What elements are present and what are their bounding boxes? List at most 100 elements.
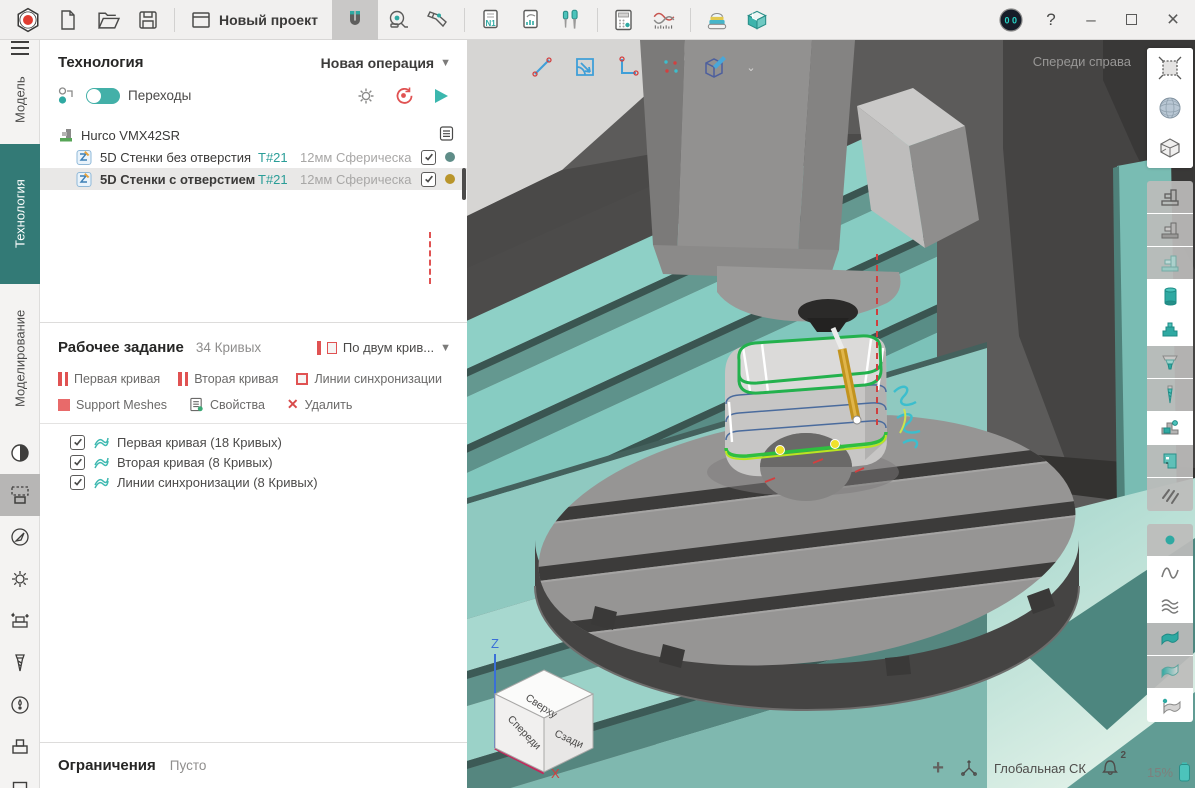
operation-tool-number: T#21: [258, 150, 300, 165]
measure-angle-button[interactable]: [572, 54, 598, 80]
machine-head-icon: [1159, 450, 1181, 472]
measure-tape-button[interactable]: [378, 0, 418, 40]
part-stack-icon: [1159, 318, 1181, 340]
tool-button[interactable]: [0, 642, 40, 684]
curves-icon: [93, 475, 109, 489]
open-folder-icon: [97, 8, 120, 31]
recalculate-button refresh-icon[interactable]: [393, 85, 414, 106]
workpiece-setup-button[interactable]: [0, 474, 40, 516]
show-machine-ghost-button[interactable]: [1147, 247, 1193, 280]
legend-first-curve[interactable]: Первая кривая: [58, 372, 160, 386]
add-cs-button[interactable]: +: [932, 758, 944, 778]
legend-sync-lines[interactable]: Линии синхронизации: [296, 372, 442, 386]
iso-view-button[interactable]: [1147, 128, 1193, 168]
show-part-button[interactable]: [1147, 313, 1193, 346]
maximize-button[interactable]: [1111, 0, 1151, 40]
new-operation-dropdown[interactable]: Новая операция ▼: [321, 55, 451, 71]
transitions-toggle[interactable]: [86, 88, 120, 104]
show-machine-wire-button[interactable]: [1147, 181, 1193, 214]
curve-group-checkbox[interactable]: [70, 455, 85, 470]
assistant-button[interactable]: 0 0: [991, 0, 1031, 40]
support-meshes-button[interactable]: Support Meshes: [58, 398, 167, 412]
operations-tree: Hurco VMX42SR 5D Стенки без отверстия T#…: [40, 124, 467, 190]
constraints-section[interactable]: Ограничения Пусто: [40, 742, 467, 788]
orientation-button[interactable]: [0, 516, 40, 558]
show-curve-button[interactable]: [1147, 557, 1193, 590]
operation-row-2[interactable]: 5D Стенки с отверстием T#21 12мм Сфериче…: [40, 168, 467, 190]
main-menu-button[interactable]: [0, 40, 40, 56]
fit-view-icon: [1157, 55, 1183, 81]
operation-settings-button gear-icon[interactable]: [356, 86, 376, 106]
calculator-button[interactable]: [604, 0, 644, 40]
curve-group-row[interactable]: Линии синхронизации (8 Кривых): [40, 472, 467, 492]
machine-icon: [58, 127, 74, 143]
operation-checkbox[interactable]: [421, 150, 436, 165]
save-button[interactable]: [128, 0, 168, 40]
operation-checkbox[interactable]: [421, 172, 436, 187]
show-waves-button[interactable]: [1147, 590, 1193, 623]
coordinate-system-label[interactable]: Глобальная СК: [994, 761, 1086, 776]
job-mode-dropdown[interactable]: По двум крив... ▼: [317, 340, 451, 355]
tab-modeling[interactable]: Моделирование: [0, 284, 40, 432]
show-surface-gray-button[interactable]: [1147, 689, 1193, 722]
machine-tree-row[interactable]: Hurco VMX42SR: [40, 124, 467, 146]
run-simulation-button play-icon[interactable]: [431, 86, 451, 106]
shading-mode-button[interactable]: [1147, 88, 1193, 128]
notifications-button[interactable]: 2: [1101, 756, 1119, 780]
show-head-button[interactable]: [1147, 445, 1193, 478]
tab-model[interactable]: Модель: [0, 56, 40, 144]
workpiece-box-button[interactable]: [737, 0, 777, 40]
show-points-button[interactable]: [1147, 524, 1193, 557]
fixture-button[interactable]: [0, 600, 40, 642]
coordinate-system-icon[interactable]: [959, 758, 979, 778]
viewport-3d[interactable]: Z X Сверху Спереди Сзади: [467, 40, 1195, 788]
graphs-button[interactable]: [644, 0, 684, 40]
tab-technology[interactable]: Технология: [0, 144, 40, 284]
show-toolpath-hatch-button[interactable]: [1147, 478, 1193, 511]
delete-button[interactable]: ✕Удалить: [287, 396, 352, 413]
report-button[interactable]: [511, 0, 551, 40]
new-file-button[interactable]: [48, 0, 88, 40]
operations-list-icon[interactable]: [438, 125, 455, 142]
workpiece[interactable]: [707, 336, 899, 501]
edit-model-dropdown[interactable]: ⌄: [744, 54, 758, 80]
dot-icon: [1159, 529, 1181, 551]
gauge-button[interactable]: [0, 684, 40, 726]
nc-program-button[interactable]: N1: [471, 0, 511, 40]
curve-group-checkbox[interactable]: [70, 435, 85, 450]
show-surface-mixed-button[interactable]: [1147, 656, 1193, 689]
calculator-icon: [612, 8, 636, 32]
sync-lines-icon: [296, 373, 308, 385]
stock-button[interactable]: [697, 0, 737, 40]
measure-distance-button[interactable]: [529, 54, 555, 80]
open-file-button[interactable]: [88, 0, 128, 40]
curve-group-row[interactable]: Вторая кривая (8 Кривых): [40, 452, 467, 472]
show-machine-solid-button[interactable]: [1147, 214, 1193, 247]
caliper-button[interactable]: [418, 0, 458, 40]
curve-group-checkbox[interactable]: [70, 475, 85, 490]
show-machining-result-button[interactable]: [1147, 412, 1193, 445]
measure-coordinate-button[interactable]: [615, 54, 641, 80]
part-button[interactable]: [0, 726, 40, 768]
snap-button[interactable]: [332, 0, 378, 40]
properties-button[interactable]: Свойства: [189, 397, 265, 412]
curve-group-row[interactable]: Первая кривая (18 Кривых): [40, 432, 467, 452]
stock-mode-button[interactable]: [0, 432, 40, 474]
plane-button[interactable]: [0, 768, 40, 788]
help-button[interactable]: ?: [1031, 0, 1071, 40]
points-mode-button[interactable]: [658, 54, 684, 80]
settings-button[interactable]: [0, 558, 40, 600]
tree-scrollbar[interactable]: [462, 168, 466, 200]
operation-row-1[interactable]: 5D Стенки без отверстия T#21 12мм Сферич…: [40, 146, 467, 168]
tools-library-button[interactable]: [551, 0, 591, 40]
legend-second-curve[interactable]: Вторая кривая: [178, 372, 278, 386]
close-button[interactable]: ×: [1151, 0, 1195, 40]
fit-view-button[interactable]: [1147, 48, 1193, 88]
show-surface-teal-button[interactable]: [1147, 623, 1193, 656]
show-tool-button[interactable]: [1147, 379, 1193, 412]
show-stock-button[interactable]: [1147, 280, 1193, 313]
edit-model-button[interactable]: [701, 54, 727, 80]
new-project-button[interactable]: Новый проект: [181, 0, 332, 40]
minimize-button[interactable]: –: [1071, 0, 1111, 40]
show-fixture-button[interactable]: [1147, 346, 1193, 379]
